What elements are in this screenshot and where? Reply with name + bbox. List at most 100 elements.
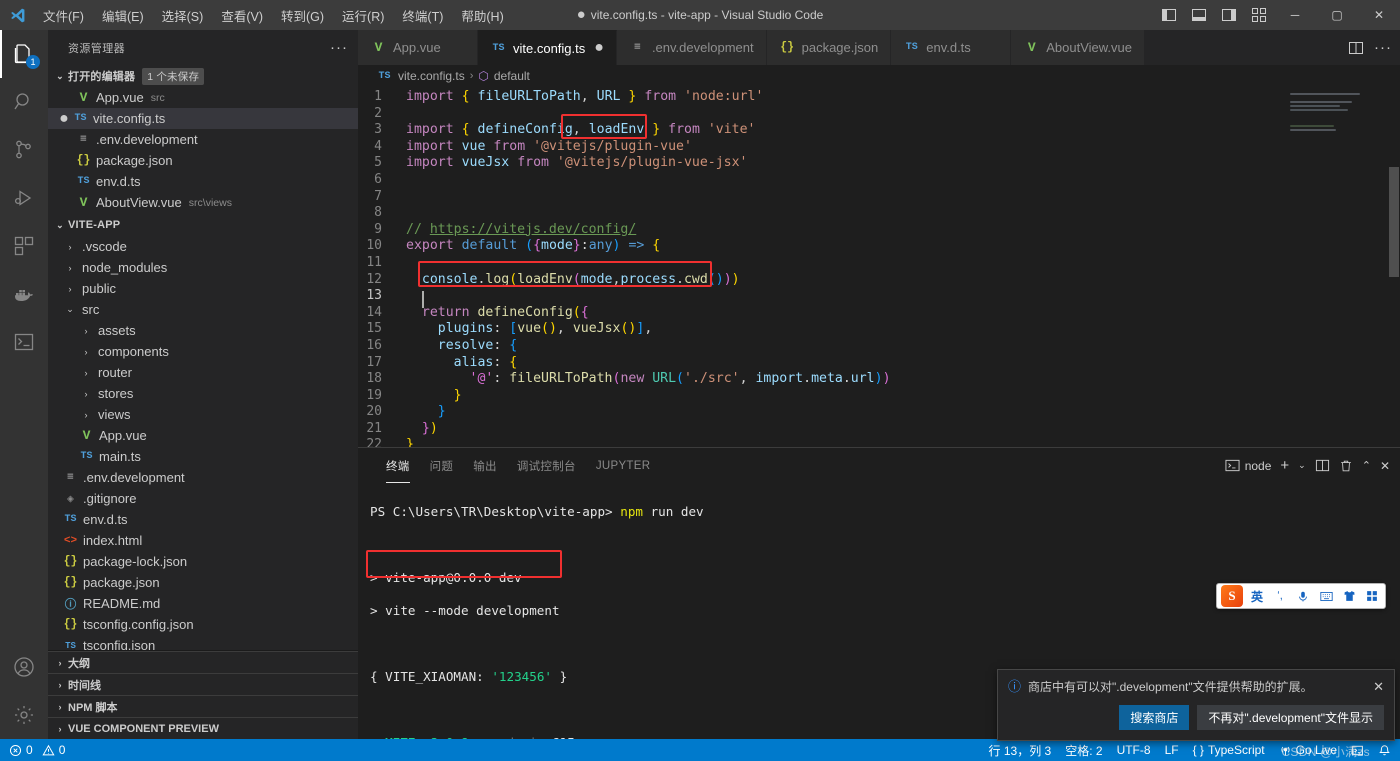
split-terminal-icon[interactable] [1315, 458, 1330, 473]
status-cursor-position[interactable]: 行 13，列 3 [982, 739, 1059, 761]
tree-folder-src[interactable]: ⌄ src [48, 299, 358, 320]
ime-skin-icon[interactable] [1340, 590, 1358, 602]
panel-tab-terminal[interactable]: 终端 [376, 448, 420, 483]
tree-file-gitignore[interactable]: ◈ .gitignore [48, 488, 358, 509]
new-terminal-icon[interactable]: + [1280, 457, 1289, 474]
status-notifications-bell[interactable] [1371, 739, 1398, 761]
section-vue-component-preview[interactable]: › VUE COMPONENT PREVIEW [48, 717, 358, 739]
tree-file-env-d-ts[interactable]: TS env.d.ts [48, 509, 358, 530]
activity-docker[interactable] [0, 270, 48, 318]
menu-go[interactable]: 转到(G) [272, 0, 333, 30]
tree-folder-views[interactable]: › views [48, 404, 358, 425]
status-language-mode[interactable]: { } TypeScript [1186, 739, 1272, 761]
open-editors-section-header[interactable]: ⌄ 打开的编辑器 1 个未保存 [48, 65, 358, 87]
tree-file-app-vue[interactable]: V App.vue [48, 425, 358, 446]
terminal-dropdown-chevron-icon[interactable]: ⌄ [1298, 460, 1306, 471]
toggle-panel-icon[interactable] [1184, 0, 1214, 30]
tab-aboutview-vue[interactable]: V AboutView.vue [1011, 30, 1146, 65]
breadcrumb-symbol[interactable]: default [494, 69, 530, 83]
ime-toolbox-icon[interactable] [1363, 590, 1381, 602]
panel-tab-problems[interactable]: 问题 [420, 448, 464, 483]
menu-help[interactable]: 帮助(H) [452, 0, 512, 30]
split-editor-icon[interactable] [1348, 40, 1364, 56]
tree-file-env-development[interactable]: ≡ .env.development [48, 467, 358, 488]
section-outline[interactable]: › 大纲 [48, 651, 358, 673]
toggle-secondary-sidebar-icon[interactable] [1214, 0, 1244, 30]
tree-file-readme-md[interactable]: ⓘ README.md [48, 593, 358, 614]
status-eol[interactable]: LF [1158, 739, 1186, 761]
search-marketplace-button[interactable]: 搜索商店 [1119, 705, 1190, 730]
open-editor-row-env-development[interactable]: ≡ .env.development [48, 129, 358, 150]
tree-folder-public[interactable]: › public [48, 278, 358, 299]
tree-file-tsconfig-config-json[interactable]: {} tsconfig.config.json [48, 614, 358, 635]
code-editor[interactable]: 1 import { fileURLToPath, URL } from 'nod… [358, 87, 1400, 447]
status-remote[interactable] [1344, 739, 1371, 761]
menu-selection[interactable]: 选择(S) [153, 0, 213, 30]
terminal-selector[interactable]: node [1225, 458, 1271, 473]
window-close-button[interactable]: ✕ [1358, 0, 1400, 30]
section-timeline[interactable]: › 时间线 [48, 673, 358, 695]
status-indentation[interactable]: 空格: 2 [1058, 739, 1109, 761]
status-go-live[interactable]: Go Live [1272, 739, 1344, 761]
window-minimize-button[interactable]: ─ [1274, 0, 1316, 30]
panel-tab-debug-console[interactable]: 调试控制台 [507, 448, 586, 483]
open-editor-row-env-d-ts[interactable]: TS env.d.ts [48, 171, 358, 192]
maximize-panel-icon[interactable]: ⌃ [1362, 459, 1371, 472]
tree-folder-node-modules[interactable]: › node_modules [48, 257, 358, 278]
activity-accounts[interactable] [0, 643, 48, 691]
open-editor-row-app-vue[interactable]: V App.vue src [48, 87, 358, 108]
activity-explorer[interactable]: 1 [0, 30, 48, 78]
section-npm-scripts[interactable]: › NPM 脚本 [48, 695, 358, 717]
menu-view[interactable]: 查看(V) [212, 0, 272, 30]
ime-voice-input-icon[interactable] [1294, 590, 1312, 603]
editor-vertical-scrollbar[interactable] [1386, 87, 1400, 447]
ime-punctuation-icon[interactable]: ʻ, [1271, 590, 1289, 602]
tree-folder-components[interactable]: › components [48, 341, 358, 362]
kill-terminal-trash-icon[interactable] [1339, 459, 1353, 473]
tree-file-tsconfig-json[interactable]: TS tsconfig.json [48, 635, 358, 650]
tree-file-main-ts[interactable]: TS main.ts [48, 446, 358, 467]
tab-package-json[interactable]: {} package.json [766, 30, 892, 65]
menu-edit[interactable]: 编辑(E) [93, 0, 153, 30]
open-editor-row-package-json[interactable]: {} package.json [48, 150, 358, 171]
open-editor-row-aboutview-vue[interactable]: V AboutView.vue src\views [48, 192, 358, 213]
tree-folder-assets[interactable]: › assets [48, 320, 358, 341]
panel-tab-output[interactable]: 输出 [463, 448, 507, 483]
tree-folder-stores[interactable]: › stores [48, 383, 358, 404]
tree-folder-vscode[interactable]: › .vscode [48, 236, 358, 257]
tab-vite-config-ts[interactable]: TS vite.config.ts ● [478, 30, 617, 65]
activity-remote-explorer[interactable] [0, 318, 48, 366]
window-maximize-button[interactable]: ▢ [1316, 0, 1358, 30]
activity-run-and-debug[interactable] [0, 174, 48, 222]
editor-minimap[interactable] [1290, 93, 1386, 153]
scrollbar-thumb[interactable] [1389, 167, 1399, 277]
sidebar-more-actions-icon[interactable]: ··· [330, 39, 348, 56]
status-problems[interactable]: 0 0 [2, 739, 72, 761]
menu-run[interactable]: 运行(R) [333, 0, 393, 30]
customize-layout-icon[interactable] [1244, 0, 1274, 30]
more-editor-actions-icon[interactable]: ··· [1374, 40, 1392, 55]
tab-env-development[interactable]: ≡ .env.development [616, 30, 767, 65]
dont-show-again-button[interactable]: 不再对".development"文件显示 [1197, 705, 1384, 730]
tree-file-package-lock-json[interactable]: {} package-lock.json [48, 551, 358, 572]
ime-mode-label[interactable]: 英 [1248, 588, 1266, 605]
tree-folder-router[interactable]: › router [48, 362, 358, 383]
menu-terminal[interactable]: 终端(T) [393, 0, 452, 30]
sogou-logo-icon[interactable]: S [1221, 585, 1243, 607]
notification-close-icon[interactable]: ✕ [1373, 679, 1384, 694]
project-section-header[interactable]: ⌄ VITE-APP [48, 214, 358, 236]
tab-env-d-ts[interactable]: TS env.d.ts [891, 30, 1012, 65]
activity-settings-gear-icon[interactable] [0, 691, 48, 739]
activity-source-control[interactable] [0, 126, 48, 174]
tree-file-package-json[interactable]: {} package.json [48, 572, 358, 593]
tab-app-vue[interactable]: V App.vue [358, 30, 478, 65]
breadcrumb-file[interactable]: vite.config.ts [398, 69, 465, 83]
panel-tab-jupyter[interactable]: JUPYTER [586, 448, 661, 483]
open-editor-row-vite-config[interactable]: ● TS vite.config.ts [48, 108, 358, 129]
toggle-primary-sidebar-icon[interactable] [1154, 0, 1184, 30]
close-panel-icon[interactable]: ✕ [1380, 459, 1390, 473]
tree-file-index-html[interactable]: <> index.html [48, 530, 358, 551]
ime-keyboard-icon[interactable] [1317, 591, 1335, 602]
menu-file[interactable]: 文件(F) [34, 0, 93, 30]
activity-search[interactable] [0, 78, 48, 126]
